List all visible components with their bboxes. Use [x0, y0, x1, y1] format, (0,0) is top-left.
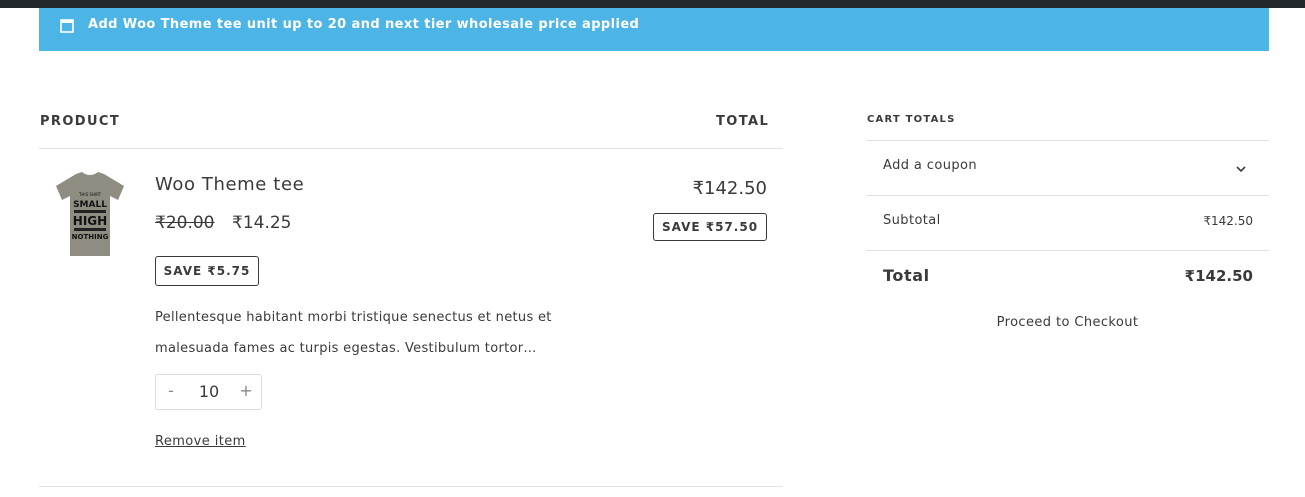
- chevron-down-icon[interactable]: [1234, 161, 1248, 175]
- thumb-text-nothing: NOTHING: [72, 233, 109, 241]
- product-description: Pellentesque habitant morbi tristique se…: [155, 310, 552, 356]
- line-total: ₹142.50: [692, 178, 767, 199]
- thumb-text-high: HIGH: [73, 214, 107, 228]
- cart-totals-heading: CART TOTALS: [867, 114, 956, 125]
- quantity-decrease-button[interactable]: -: [161, 381, 181, 400]
- thumb-text-top: THIS SHIRT: [78, 192, 102, 197]
- total-value: ₹142.50: [1184, 267, 1253, 285]
- totals-divider-coupon: [866, 195, 1269, 196]
- thumb-text-small: SMALL: [73, 200, 107, 210]
- subtotal-label: Subtotal: [883, 213, 941, 228]
- notice-text: Add Woo Theme tee unit up to 20 and next…: [88, 17, 640, 32]
- quantity-stepper[interactable]: - 10 +: [155, 374, 262, 410]
- remove-item-link[interactable]: Remove item: [155, 434, 246, 449]
- window-icon: [60, 18, 74, 33]
- quantity-input[interactable]: 10: [186, 382, 232, 401]
- add-coupon-toggle[interactable]: Add a coupon: [883, 158, 977, 173]
- quantity-increase-button[interactable]: +: [236, 381, 256, 400]
- item-divider: [39, 486, 783, 487]
- header-divider: [39, 148, 783, 149]
- proceed-to-checkout-button[interactable]: Proceed to Checkout: [866, 315, 1269, 330]
- product-thumbnail[interactable]: THIS SHIRT SMALL HIGH NOTHING: [54, 170, 126, 258]
- top-bar: [0, 0, 1305, 8]
- product-column-header: PRODUCT: [40, 114, 121, 129]
- subtotal-value: ₹142.50: [1203, 214, 1253, 228]
- total-column-header: TOTAL: [716, 114, 770, 129]
- wholesale-notice-banner: Add Woo Theme tee unit up to 20 and next…: [39, 8, 1269, 51]
- total-label: Total: [883, 266, 930, 285]
- regular-price: ₹20.00: [155, 213, 215, 233]
- unit-save-badge: SAVE ₹5.75: [155, 256, 259, 286]
- line-save-badge: SAVE ₹57.50: [653, 213, 767, 241]
- sale-price: ₹14.25: [232, 213, 292, 233]
- totals-divider-top: [866, 140, 1269, 141]
- totals-divider-subtotal: [866, 250, 1269, 251]
- product-name[interactable]: Woo Theme tee: [155, 174, 304, 195]
